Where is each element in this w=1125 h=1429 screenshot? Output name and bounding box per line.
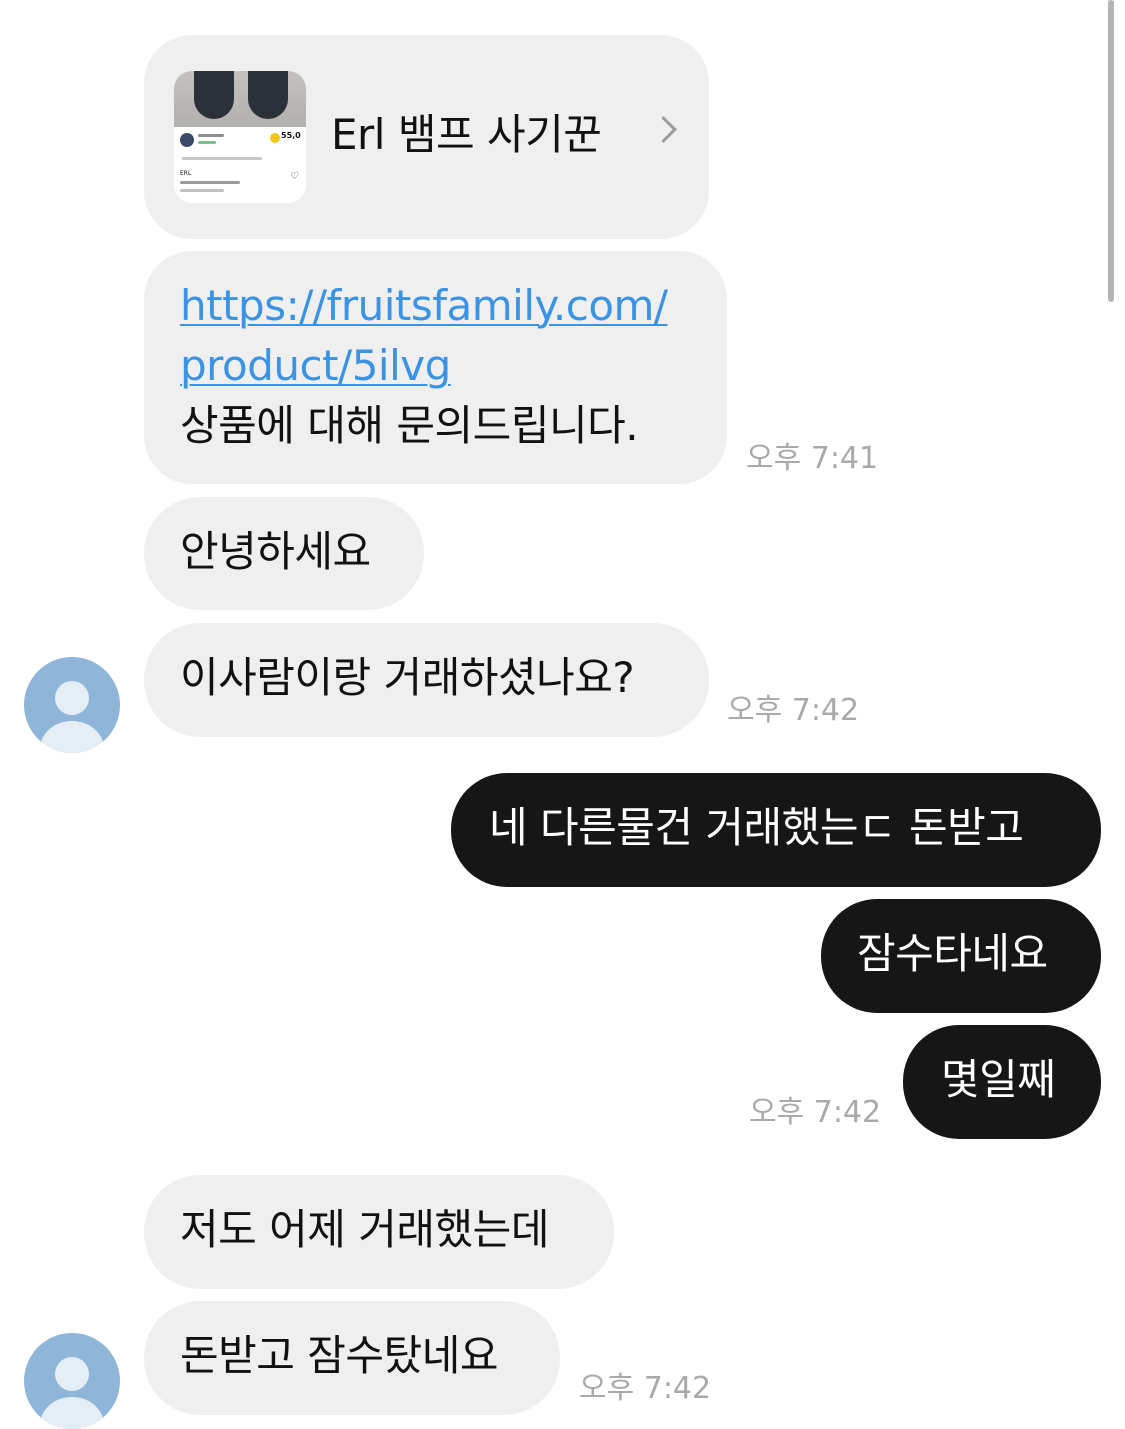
- message-text: 잠수타네요: [857, 929, 1048, 978]
- message-bubble: 안녕하세요: [144, 497, 424, 610]
- user-avatar-icon[interactable]: [24, 1333, 120, 1429]
- message-text: 저도 어제 거래했는데: [180, 1205, 549, 1254]
- message-text: 이사람이랑 거래하셨나요?: [180, 653, 635, 702]
- product-link[interactable]: https://fruitsfamily.com/: [180, 281, 668, 330]
- message-bubble: https://fruitsfamily.com/ product/5ilvg …: [144, 251, 727, 484]
- user-avatar-icon[interactable]: [24, 657, 120, 753]
- message-bubble: 돈받고 잠수탔네요: [144, 1301, 560, 1415]
- heart-icon: ♡: [290, 171, 299, 182]
- sent-message-bubble: 네 다른물건 거래했는ㄷ 돈받고: [451, 773, 1101, 887]
- message-bubble: 저도 어제 거래했는데: [144, 1175, 614, 1289]
- message-text: 상품에 대해 문의드립니다.: [180, 401, 639, 450]
- message-time: 오후 7:42: [727, 693, 860, 728]
- chevron-right-icon: [650, 116, 677, 143]
- product-card-bubble[interactable]: 55,0 ERL ♡ Erl 뱀프 사기꾼: [144, 35, 709, 239]
- product-card-title: Erl 뱀프 사기꾼: [331, 110, 602, 159]
- product-thumbnail: 55,0 ERL ♡: [174, 71, 306, 203]
- message-time: 오후 7:42: [749, 1095, 882, 1130]
- message-text: 안녕하세요: [180, 527, 371, 576]
- thumb-brand: ERL: [180, 170, 192, 177]
- sent-message-bubble: 잠수타네요: [821, 899, 1101, 1013]
- sent-message-bubble: 몇일째: [903, 1025, 1101, 1139]
- product-link-path[interactable]: product/5ilvg: [180, 341, 451, 390]
- message-time: 오후 7:42: [579, 1371, 712, 1406]
- message-bubble: 이사람이랑 거래하셨나요?: [144, 623, 709, 737]
- thumb-price: 55,0: [281, 131, 301, 140]
- message-text: 네 다른물건 거래했는ㄷ 돈받고: [489, 803, 1024, 852]
- message-text: 몇일째: [941, 1055, 1056, 1104]
- message-time: 오후 7:41: [746, 441, 879, 476]
- scrollbar[interactable]: [1108, 0, 1114, 302]
- message-text: 돈받고 잠수탔네요: [180, 1331, 498, 1380]
